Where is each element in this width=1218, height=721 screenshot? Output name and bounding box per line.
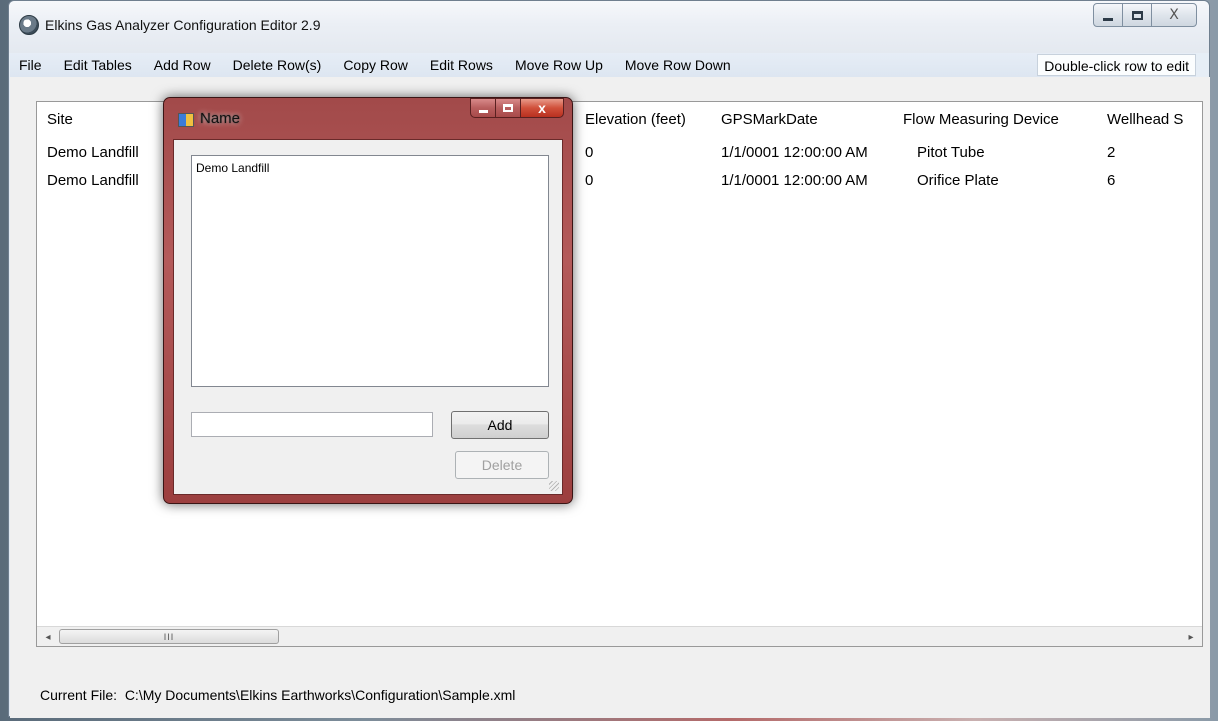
minimize-icon	[478, 110, 488, 113]
cell-site: Demo Landfill	[47, 144, 139, 161]
current-file-path: C:\My Documents\Elkins Earthworks\Config…	[124, 687, 516, 703]
add-button[interactable]: Add	[451, 411, 549, 439]
cell-wellhead: 6	[1107, 172, 1116, 189]
dialog-caption-buttons: x	[470, 98, 564, 118]
menu-move-row-down[interactable]: Move Row Down	[614, 57, 742, 73]
dialog-close-button[interactable]: x	[520, 98, 564, 118]
menu-delete-rows[interactable]: Delete Row(s)	[222, 57, 333, 73]
close-icon: x	[538, 100, 546, 116]
scroll-left-icon[interactable]: ◂	[39, 629, 57, 645]
maximize-button[interactable]	[1122, 3, 1152, 27]
scroll-right-icon[interactable]: ▸	[1182, 629, 1200, 645]
names-listbox[interactable]: Demo Landfill	[191, 155, 549, 387]
window-title: Elkins Gas Analyzer Configuration Editor…	[45, 17, 321, 33]
dialog-maximize-button[interactable]	[495, 98, 521, 118]
menu-edit-tables[interactable]: Edit Tables	[53, 57, 143, 73]
menu-copy-row[interactable]: Copy Row	[332, 57, 419, 73]
status-label: Current File:	[40, 687, 118, 703]
scroll-thumb[interactable]: III	[59, 629, 279, 644]
menubar: File Edit Tables Add Row Delete Row(s) C…	[10, 53, 1196, 77]
close-icon: X	[1169, 7, 1179, 23]
horizontal-scrollbar[interactable]: ◂ III ▸	[37, 626, 1202, 646]
name-input[interactable]	[191, 412, 433, 437]
column-header-flow-device[interactable]: Flow Measuring Device	[903, 111, 1059, 128]
cell-elevation: 0	[585, 172, 594, 189]
menu-add-row[interactable]: Add Row	[143, 57, 222, 73]
cell-flow-device: Pitot Tube	[917, 144, 985, 161]
caption-buttons: X	[1093, 3, 1197, 27]
status-bar: Current File: C:\My Documents\Elkins Ear…	[40, 687, 515, 703]
hint-label: Double-click row to edit	[1037, 54, 1196, 76]
dialog-minimize-button[interactable]	[470, 98, 496, 118]
menu-edit-rows[interactable]: Edit Rows	[419, 57, 504, 73]
dialog-client-area: Demo Landfill Add Delete	[173, 139, 563, 495]
dialog-title: Name	[200, 110, 241, 127]
column-header-elevation[interactable]: Elevation (feet)	[585, 111, 686, 128]
cell-site: Demo Landfill	[47, 172, 139, 189]
cell-wellhead: 2	[1107, 144, 1116, 161]
app-globe-icon	[19, 15, 39, 35]
maximize-icon	[1131, 10, 1143, 20]
dialog-window-icon	[178, 113, 194, 127]
column-header-wellhead[interactable]: Wellhead S	[1107, 111, 1183, 128]
menu-move-row-up[interactable]: Move Row Up	[504, 57, 614, 73]
cell-gpsmarkdate: 1/1/0001 12:00:00 AM	[721, 144, 868, 161]
resize-grip-icon[interactable]	[549, 481, 559, 491]
delete-button[interactable]: Delete	[455, 451, 549, 479]
close-button[interactable]: X	[1151, 3, 1197, 27]
main-titlebar[interactable]: Elkins Gas Analyzer Configuration Editor…	[9, 1, 1209, 53]
maximize-icon	[503, 104, 513, 112]
name-dialog: Name x Demo Landfill Add Delete	[163, 97, 573, 504]
minimize-icon	[1103, 17, 1113, 21]
cell-elevation: 0	[585, 144, 594, 161]
minimize-button[interactable]	[1093, 3, 1123, 27]
list-item[interactable]: Demo Landfill	[196, 161, 544, 175]
column-header-gpsmarkdate[interactable]: GPSMarkDate	[721, 111, 818, 128]
column-header-site[interactable]: Site	[47, 111, 73, 128]
cell-gpsmarkdate: 1/1/0001 12:00:00 AM	[721, 172, 868, 189]
menu-file[interactable]: File	[10, 57, 53, 73]
cell-flow-device: Orifice Plate	[917, 172, 999, 189]
